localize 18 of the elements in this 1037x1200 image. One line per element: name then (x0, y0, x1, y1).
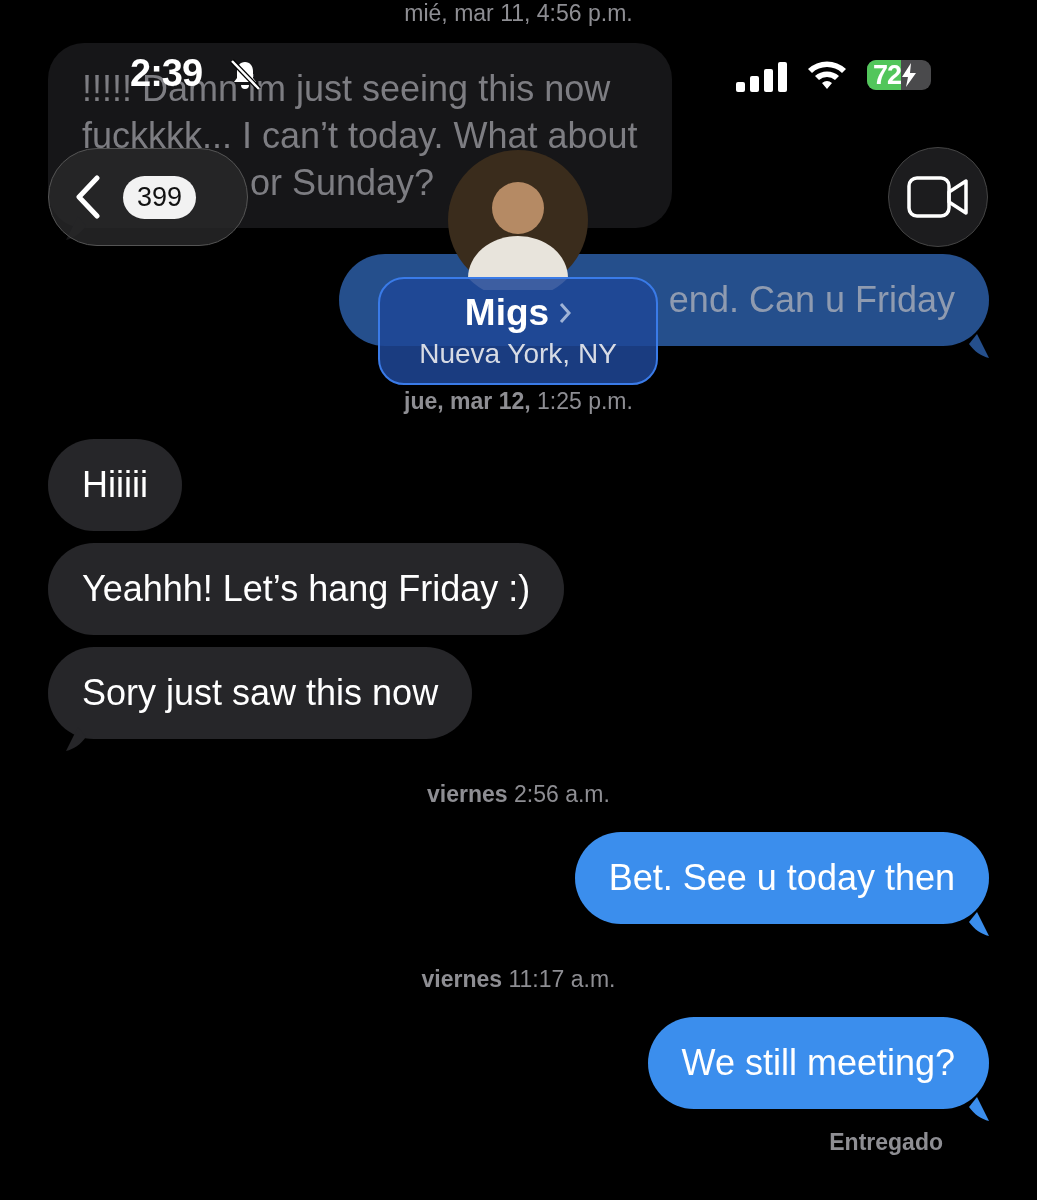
chevron-left-icon (75, 175, 101, 219)
chevron-right-icon (559, 302, 572, 324)
delivery-status: Entregado (829, 1129, 943, 1156)
outgoing-message: We still meeting? (647, 1017, 989, 1123)
contact-card[interactable]: Migs Nueva York, NY (378, 277, 658, 385)
signal-icon (736, 62, 788, 92)
outgoing-message: Bet. See u today then (574, 832, 989, 938)
unread-count: 399 (123, 175, 197, 219)
back-button[interactable]: 399 (48, 148, 248, 246)
timestamp: viernes 2:56 a.m. (427, 781, 610, 808)
contact-location: Nueva York, NY (419, 338, 617, 370)
contact-name: Migs (464, 292, 550, 334)
incoming-message: Sory just saw this now (48, 647, 473, 753)
video-camera-icon (907, 176, 969, 218)
battery-level: 72 (867, 60, 902, 90)
timestamp: jue, mar 12, 1:25 p.m. (404, 388, 633, 415)
timestamp: viernes 11:17 a.m. (421, 966, 616, 993)
timestamp: mié, mar 11, 4:56 p.m. (404, 0, 633, 27)
